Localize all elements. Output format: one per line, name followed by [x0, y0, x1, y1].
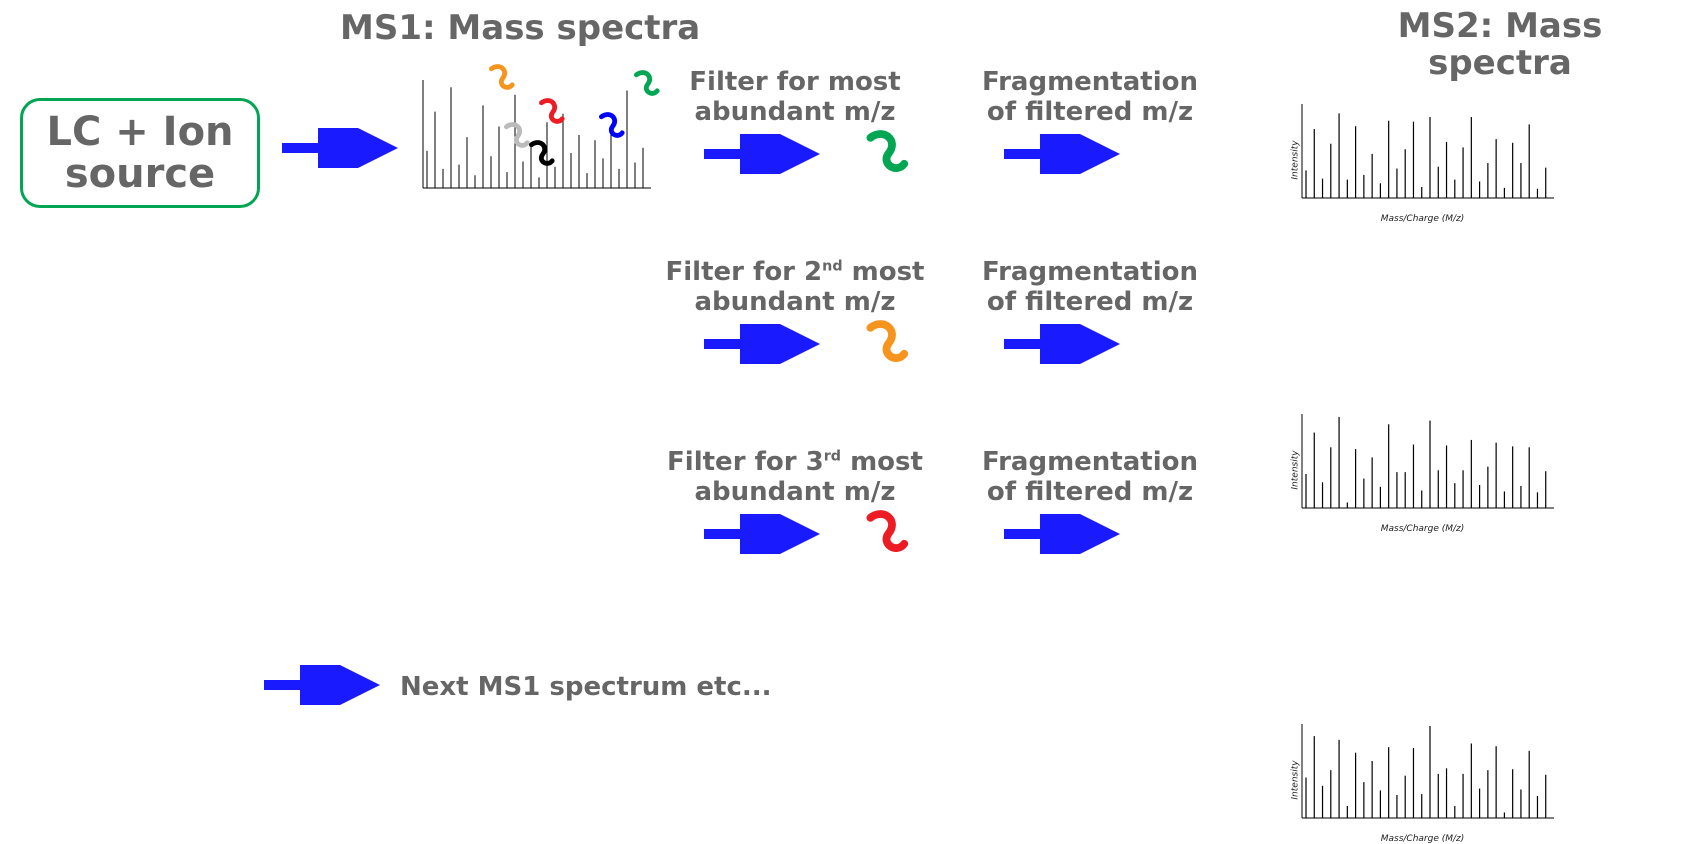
arrow-filter-3 — [700, 514, 820, 558]
ms2-spectrum-1: IntensityMass/Charge (M/z) — [1280, 100, 1565, 220]
ms1-title: MS1: Mass spectra — [340, 8, 700, 48]
fragmentation-label-1: Fragmentationof filtered m/z — [955, 68, 1225, 128]
source-line2: source — [41, 153, 239, 195]
ms1-peptide-squiggle-4 — [595, 112, 627, 145]
ms1-peptide-squiggle-6 — [525, 140, 557, 173]
arrow-fragment-3 — [1000, 514, 1120, 558]
selected-peptide-1 — [860, 130, 912, 181]
fragmentation-label-2: Fragmentationof filtered m/z — [955, 258, 1225, 318]
lc-ion-source-box: LC + Ion source — [20, 98, 260, 208]
ms2-spectrum-3: IntensityMass/Charge (M/z) — [1280, 720, 1565, 840]
arrow-fragment-2 — [1000, 324, 1120, 368]
axis-x-label: Mass/Charge (M/z) — [1381, 834, 1465, 844]
arrow-next-ms1 — [260, 665, 380, 705]
ms1-peptide-squiggle-1 — [485, 64, 517, 97]
filter-label-3: Filter for 3rd mostabundant m/z — [660, 448, 930, 508]
selected-peptide-2 — [860, 320, 912, 371]
arrow-filter-2 — [700, 324, 820, 368]
ms1-spectrum — [405, 72, 655, 202]
ms2-title: MS2: Mass spectra — [1320, 8, 1680, 83]
axis-x-label: Mass/Charge (M/z) — [1381, 524, 1465, 534]
arrow-filter-1 — [700, 134, 820, 178]
fragmentation-label-3: Fragmentationof filtered m/z — [955, 448, 1225, 508]
next-ms1-label: Next MS1 spectrum etc... — [400, 672, 772, 702]
arrow-fragment-1 — [1000, 134, 1120, 178]
ms1-peptide-squiggle-2 — [630, 70, 662, 103]
filter-label-1: Filter for mostabundant m/z — [660, 68, 930, 128]
arrow-source-to-ms1 — [278, 128, 398, 168]
ms1-peptide-squiggle-3 — [535, 98, 567, 131]
axis-x-label: Mass/Charge (M/z) — [1381, 214, 1465, 224]
filter-label-2: Filter for 2nd mostabundant m/z — [660, 258, 930, 318]
selected-peptide-3 — [860, 510, 912, 561]
ms2-spectrum-2: IntensityMass/Charge (M/z) — [1280, 410, 1565, 530]
source-line1: LC + Ion — [41, 111, 239, 153]
